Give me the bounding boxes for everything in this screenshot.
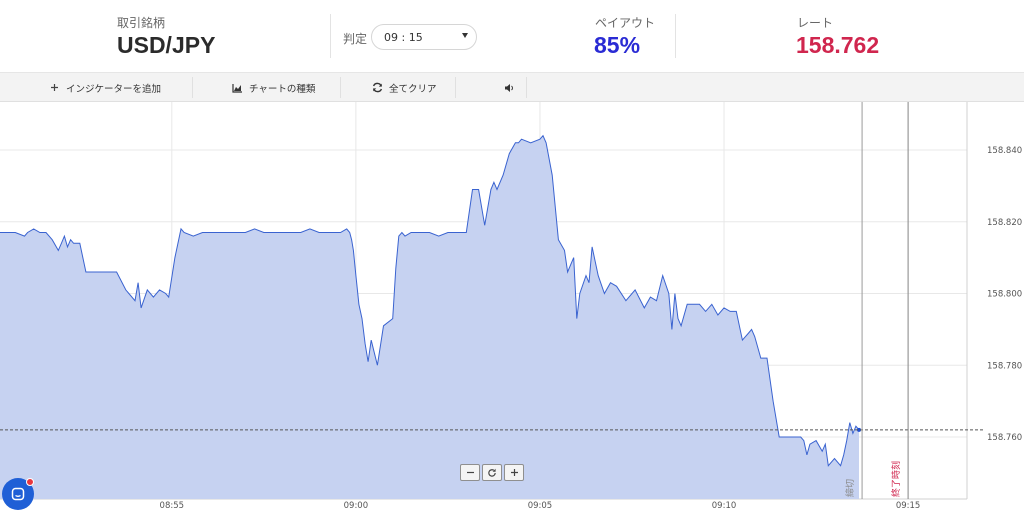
rate-label: レート bbox=[797, 16, 834, 30]
speaker-icon bbox=[503, 82, 515, 94]
refresh-icon bbox=[371, 82, 383, 94]
toolbar-divider bbox=[192, 77, 193, 98]
chart-type-label: チャートの種類 bbox=[249, 83, 316, 95]
expiry-select[interactable]: 09 : 15 bbox=[371, 24, 477, 50]
caret-down-icon bbox=[462, 33, 468, 38]
expiry-value: 09 : 15 bbox=[384, 31, 423, 44]
add-indicator-label: インジケーターを追加 bbox=[66, 83, 162, 95]
x-tick-label: 09:15 bbox=[896, 501, 921, 511]
reset-zoom-button[interactable] bbox=[482, 464, 502, 481]
x-tick-label: 08:55 bbox=[160, 501, 185, 511]
toolbar-divider bbox=[526, 77, 527, 98]
clear-all-label: 全てクリア bbox=[389, 83, 437, 95]
x-tick-label: 09:00 bbox=[344, 501, 369, 511]
zoom-controls bbox=[460, 464, 524, 481]
rate-value: 158.762 bbox=[796, 32, 880, 58]
header-divider bbox=[675, 14, 676, 58]
symbol-panel[interactable]: 取引銘柄 USD/JPY bbox=[0, 0, 330, 72]
expiry-label: 判定 bbox=[343, 32, 368, 46]
sound-button[interactable] bbox=[503, 73, 521, 102]
add-indicator-button[interactable]: インジケーターを追加 bbox=[48, 73, 161, 102]
symbol-value: USD/JPY bbox=[117, 32, 216, 58]
y-tick-label: 158.760 bbox=[987, 433, 1022, 443]
chart-toolbar: インジケーターを追加 チャートの種類 全てクリア bbox=[0, 72, 1024, 102]
plus-icon bbox=[48, 82, 60, 94]
rate-panel: レート 158.762 bbox=[760, 0, 960, 72]
header-divider bbox=[330, 14, 331, 58]
area-chart-icon bbox=[231, 82, 243, 94]
chart-type-button[interactable]: チャートの種類 bbox=[231, 73, 315, 102]
y-tick-label: 158.820 bbox=[987, 218, 1022, 228]
toolbar-divider bbox=[340, 77, 341, 98]
x-tick-label: 09:05 bbox=[528, 501, 553, 511]
payout-label: ペイアウト bbox=[595, 16, 656, 30]
expiry-label: 終了時刻 bbox=[890, 461, 902, 497]
symbol-label: 取引銘柄 bbox=[117, 16, 166, 30]
payout-panel: ペイアウト 85% bbox=[560, 0, 675, 72]
y-tick-label: 158.800 bbox=[987, 290, 1022, 300]
chart-plot bbox=[0, 134, 862, 499]
toolbar-divider bbox=[455, 77, 456, 98]
zoom-out-button[interactable] bbox=[460, 464, 480, 481]
price-area bbox=[0, 135, 859, 499]
x-tick-label: 09:10 bbox=[712, 501, 737, 511]
notification-badge bbox=[26, 478, 34, 486]
y-tick-label: 158.840 bbox=[987, 146, 1022, 156]
price-chart[interactable]: 158.840 158.820 158.800 158.780 158.760 08:55… bbox=[0, 102, 1024, 512]
zoom-in-button[interactable] bbox=[504, 464, 524, 481]
y-tick-label: 158.780 bbox=[987, 361, 1022, 371]
chat-icon bbox=[11, 487, 25, 501]
clear-all-button[interactable]: 全てクリア bbox=[371, 73, 437, 102]
trade-header: 取引銘柄 USD/JPY 判定 09 : 15 ペイアウト 85% レート 15… bbox=[0, 0, 1024, 72]
payout-value: 85% bbox=[594, 32, 641, 58]
deadline-label: 締切 bbox=[844, 479, 856, 497]
